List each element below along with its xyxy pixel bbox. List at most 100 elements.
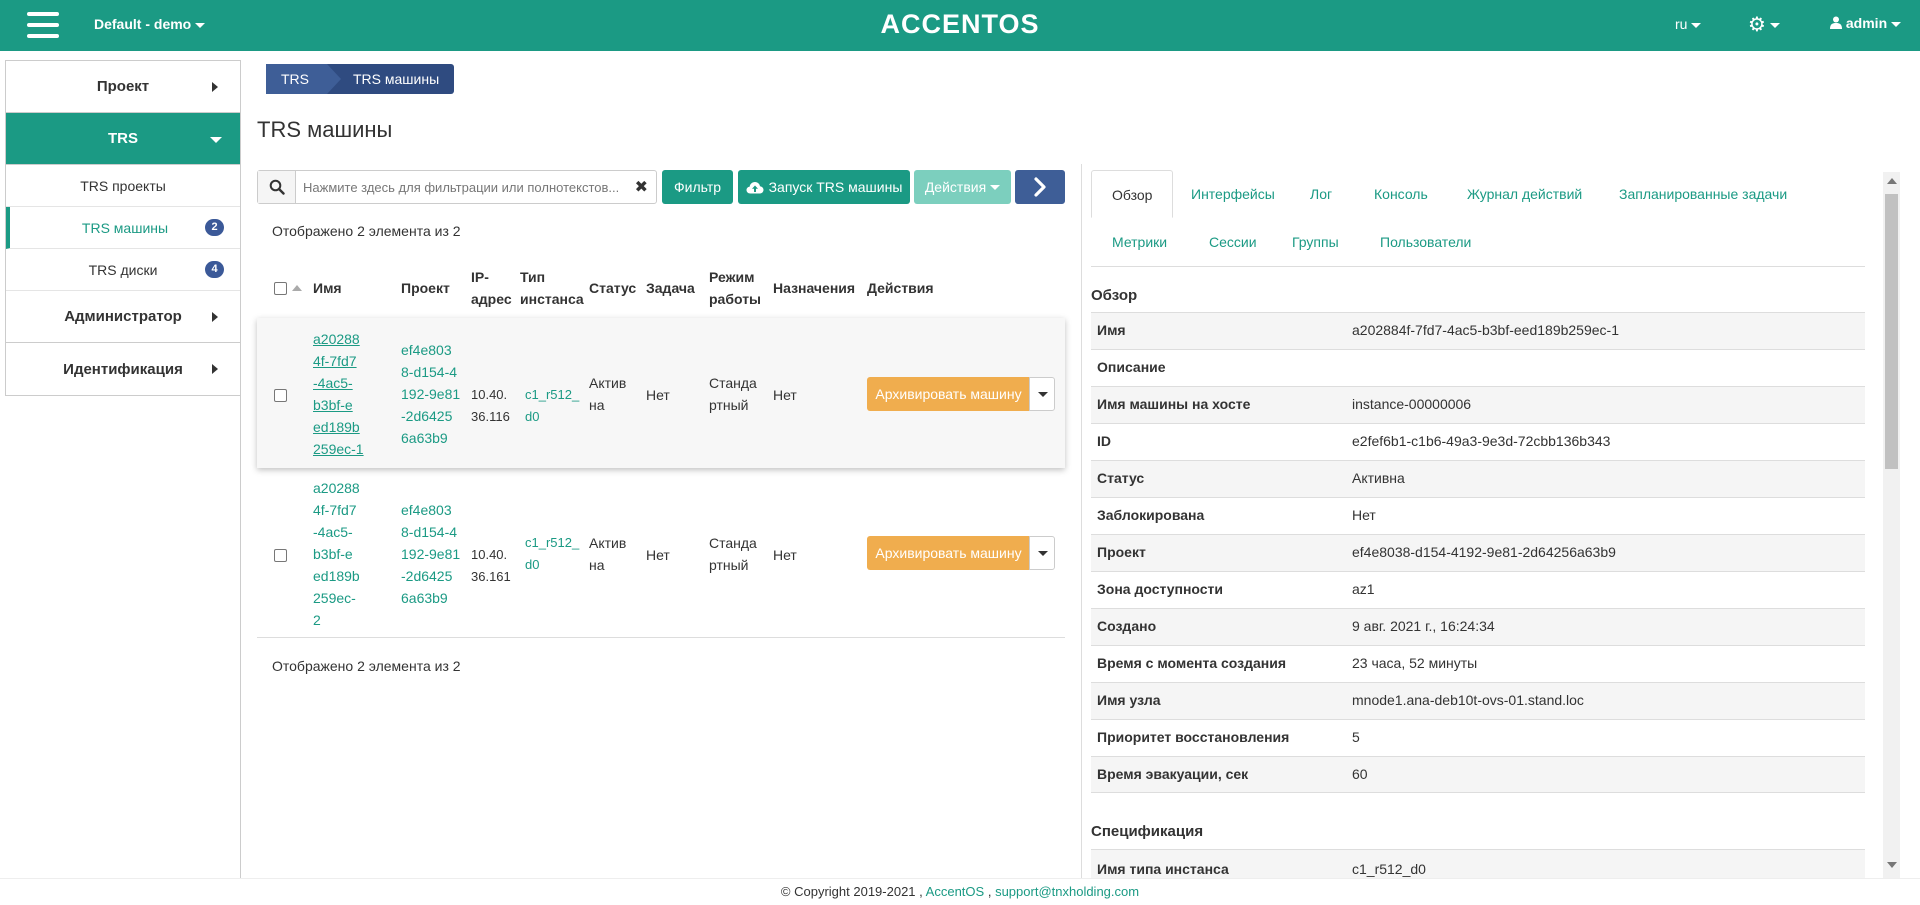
instance-type-link[interactable]: c1_r512_ d0 <box>525 532 579 576</box>
column-header-assignments[interactable]: Назначения <box>773 277 855 299</box>
ip-address: 10.40. 36.161 <box>471 544 511 588</box>
scroll-down-icon[interactable] <box>1887 862 1897 868</box>
mode-value: Станда ртный <box>709 532 757 576</box>
tab-action-log[interactable]: Журнал действий <box>1467 186 1582 202</box>
name-line: b3bf-e <box>313 546 353 562</box>
tab-users[interactable]: Пользователи <box>1380 234 1471 250</box>
sidebar-item-label: TRS диски <box>88 261 158 278</box>
column-header-project[interactable]: Проект <box>401 277 450 299</box>
column-header-mode[interactable]: Режим работы <box>709 266 761 310</box>
tab-groups[interactable]: Группы <box>1292 234 1339 250</box>
instance-type-link[interactable]: c1_r512_ d0 <box>525 384 579 428</box>
sidebar-item-trs-disks[interactable]: TRS диски 4 <box>6 249 240 291</box>
search-button[interactable] <box>258 171 296 203</box>
sidebar-section-trs[interactable]: TRS <box>6 113 240 165</box>
chevron-down-icon <box>195 22 206 28</box>
chevron-right-icon <box>1034 177 1046 197</box>
tab-interfaces[interactable]: Интерфейсы <box>1191 186 1275 202</box>
project-line: ef4e803 <box>401 342 452 358</box>
support-email-link[interactable]: support@tnxholding.com <box>995 884 1139 899</box>
tab-metrics[interactable]: Метрики <box>1112 234 1167 250</box>
user-icon <box>1830 16 1842 29</box>
project-link[interactable]: ef4e803 8-d154-4 192-9e81 -2d6425 6a63b9 <box>401 339 460 449</box>
status-line: на <box>589 557 605 573</box>
tab-log[interactable]: Лог <box>1310 186 1332 202</box>
sidebar-section-admin[interactable]: Администратор <box>6 291 240 343</box>
launch-trs-machine-button[interactable]: Запуск TRS машины <box>738 170 910 204</box>
count-badge: 4 <box>205 261 224 278</box>
select-all-checkbox[interactable] <box>274 282 287 295</box>
breadcrumb-item-trs[interactable]: TRS <box>266 64 341 94</box>
archive-machine-button[interactable]: Архивировать машину <box>867 377 1030 411</box>
detail-value: Активна <box>1352 470 1405 486</box>
detail-key: Описание <box>1097 359 1166 375</box>
ip-line: 36.161 <box>471 569 511 584</box>
project-selector[interactable]: Default - demo <box>94 16 206 32</box>
project-line: 8-d154-4 <box>401 524 458 540</box>
column-header-name[interactable]: Имя <box>313 277 342 299</box>
mode-line: Станда <box>709 375 757 391</box>
column-header-task[interactable]: Задача <box>646 277 695 299</box>
project-link[interactable]: ef4e803 8-d154-4 192-9e81 -2d6425 6a63b9 <box>401 499 460 609</box>
detail-key: Приоритет восстановления <box>1097 729 1290 745</box>
user-menu[interactable]: admin <box>1830 15 1902 31</box>
detail-scrollbar[interactable] <box>1883 172 1900 878</box>
detail-row: Имя узла mnode1.ana-deb10t-ovs-01.stand.l… <box>1091 682 1865 719</box>
instance-name-link[interactable]: a20288 4f-7fd7 -4ac5- b3bf-e ed189b 259ec- 2 <box>313 477 360 631</box>
accentos-link[interactable]: AccentOS <box>926 884 985 899</box>
column-header-status[interactable]: Статус <box>589 277 636 299</box>
detail-row: ID e2fef6b1-c1b6-49a3-9e3d-72cbb136b343 <box>1091 423 1865 460</box>
name-line: 2 <box>313 612 321 628</box>
sidebar-section-label: Идентификация <box>63 360 183 378</box>
tab-overview[interactable]: Обзор <box>1091 170 1174 218</box>
detail-value: e2fef6b1-c1b6-49a3-9e3d-72cbb136b343 <box>1352 433 1611 449</box>
name-line: -4ac5- <box>313 524 353 540</box>
detail-row: Имя машины на хосте instance-00000006 <box>1091 386 1865 423</box>
actions-dropdown-button[interactable]: Действия <box>914 170 1011 204</box>
cloud-upload-icon <box>746 181 764 193</box>
name-line: b3bf-e <box>313 397 353 413</box>
tab-console[interactable]: Консоль <box>1374 186 1428 202</box>
footer-separator: , <box>987 884 992 899</box>
settings-menu[interactable]: ⚙ <box>1748 12 1780 37</box>
row-actions-dropdown[interactable] <box>1029 536 1055 570</box>
tab-sessions[interactable]: Сессии <box>1209 234 1257 250</box>
row-checkbox[interactable] <box>274 389 287 402</box>
sidebar-section-project[interactable]: Проект <box>6 61 240 113</box>
ip-line: 36.116 <box>471 409 510 424</box>
detail-value: c1_r512_d0 <box>1352 861 1426 877</box>
scroll-up-icon[interactable] <box>1887 178 1897 184</box>
column-header-ip[interactable]: IP-адрес <box>471 266 512 310</box>
type-line: d0 <box>525 557 540 572</box>
name-line: 259ec-1 <box>313 441 364 457</box>
spec-section-title: Спецификация <box>1091 823 1204 840</box>
row-checkbox[interactable] <box>274 549 287 562</box>
search-input[interactable] <box>303 177 618 197</box>
divider <box>1081 164 1082 878</box>
chevron-right-icon <box>212 82 218 92</box>
filter-button[interactable]: Фильтр <box>662 170 733 204</box>
actions-label: Действия <box>924 179 987 195</box>
detail-key: Статус <box>1097 470 1145 486</box>
archive-machine-button[interactable]: Архивировать машину <box>867 536 1030 570</box>
column-header-instance-type[interactable]: Тип инстанса <box>520 266 584 310</box>
tab-scheduled-tasks[interactable]: Запланированные задачи <box>1619 186 1787 202</box>
header-line: инстанса <box>520 291 584 307</box>
sidebar-section-label: Проект <box>96 78 150 95</box>
menu-toggle-icon[interactable] <box>27 12 59 38</box>
next-button[interactable] <box>1015 170 1065 204</box>
language-selector[interactable]: ru <box>1675 16 1702 32</box>
breadcrumb-item-current: TRS машины <box>327 64 455 94</box>
sort-asc-icon[interactable] <box>292 285 302 291</box>
sidebar-section-identity[interactable]: Идентификация <box>6 343 240 395</box>
sidebar-item-trs-machines[interactable]: TRS машины 2 <box>6 207 240 249</box>
type-line: c1_r512_ <box>525 535 580 550</box>
scroll-thumb[interactable] <box>1885 194 1898 469</box>
header-line: работы <box>709 291 762 307</box>
sidebar-item-trs-projects[interactable]: TRS проекты <box>6 165 240 207</box>
instance-name-link[interactable]: a20288 4f-7fd7 -4ac5- b3bf-e ed189b 259ec-1 <box>313 328 364 460</box>
row-actions-dropdown[interactable] <box>1029 377 1055 411</box>
clear-icon[interactable]: ✖ <box>635 177 648 197</box>
detail-key: Имя узла <box>1097 692 1161 708</box>
detail-row: Проект ef4e8038-d154-4192-9e81-2d64256a63… <box>1091 534 1865 571</box>
